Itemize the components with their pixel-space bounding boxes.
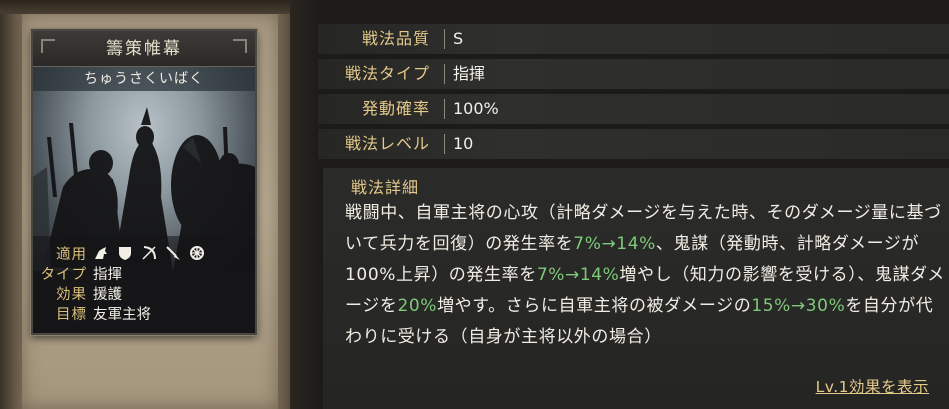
type-label: タイプ [40, 266, 87, 283]
applicable-label: 適用 [56, 246, 87, 263]
effect-value: 援護 [93, 286, 122, 303]
stat-value: S [453, 29, 464, 48]
target-row: 目標 友軍主将 [39, 304, 151, 323]
detail-highlight-value: 7%→14% [573, 234, 656, 254]
tactic-card-info: 適用 タイプ 指揮 効果 援護 目標 友軍主将 [33, 236, 255, 333]
applicable-row: 適用 [39, 244, 205, 263]
scroll-rod [0, 0, 300, 14]
scroll-shadow [290, 0, 320, 409]
detail-highlight-value: 20% [397, 296, 438, 316]
stat-divider [444, 99, 445, 119]
tactic-detail-box: 戦法詳細 戦闘中、自軍主将の心攻（計略ダメージを与えた時、そのダメージ量に基づい… [323, 168, 949, 409]
stat-row-level: 戦法レベル 10 [318, 129, 949, 159]
stat-value: 100% [453, 99, 499, 118]
title-corner-ornament [41, 39, 55, 53]
detail-text: 増やす。さらに自軍主将の被ダメージの [437, 296, 752, 316]
spear-icon [166, 246, 180, 260]
cavalry-icon [95, 247, 107, 259]
stat-label: 発動確率 [361, 99, 430, 118]
tactic-card: 籌策帷幕 ちゅうさくいばく 適用 タイプ 指揮 効果 援護 目標 友軍主将 [31, 29, 257, 335]
stat-divider [444, 134, 445, 154]
target-value: 友軍主将 [93, 306, 151, 323]
effect-row: 効果 援護 [39, 284, 122, 303]
applicable-icons [93, 245, 205, 261]
detail-title: 戦法詳細 [351, 178, 420, 197]
stat-value: 10 [453, 134, 474, 153]
detail-description[interactable]: 戦闘中、自軍主将の心攻（計略ダメージを与えた時、そのダメージ量に基づいて兵力を回… [345, 198, 945, 384]
stat-row-type: 戦法タイプ 指揮 [318, 59, 949, 89]
detail-highlight-value: 7%→14% [536, 265, 620, 285]
stat-row-activation-rate: 発動確率 100% [318, 94, 949, 124]
stat-label: 戦法品質 [361, 29, 430, 48]
stat-divider [444, 29, 445, 49]
stat-label: 戦法レベル [344, 134, 430, 153]
bow-icon [142, 246, 156, 260]
type-value: 指揮 [93, 266, 122, 283]
tactic-reading: ちゅうさくいばく [33, 67, 255, 91]
tactic-name: 籌策帷幕 [33, 31, 255, 67]
effect-label: 効果 [56, 286, 87, 303]
detail-highlight-value: 15%→30% [751, 296, 846, 316]
stat-label: 戦法タイプ [344, 64, 430, 83]
shield-icon [119, 247, 131, 260]
show-lv1-effect-link[interactable]: Lv.1効果を表示 [816, 375, 929, 397]
stat-row-quality: 戦法品質 S [318, 24, 949, 54]
target-label: 目標 [56, 306, 87, 323]
type-row: タイプ 指揮 [39, 264, 123, 283]
tactic-details-panel: 戦法品質 S 戦法タイプ 指揮 発動確率 100% 戦法レベル 10 戦法詳細 … [318, 0, 949, 409]
stat-value: 指揮 [453, 64, 486, 83]
stat-divider [444, 64, 445, 84]
siege-icon [190, 246, 204, 260]
title-corner-ornament [233, 39, 247, 53]
